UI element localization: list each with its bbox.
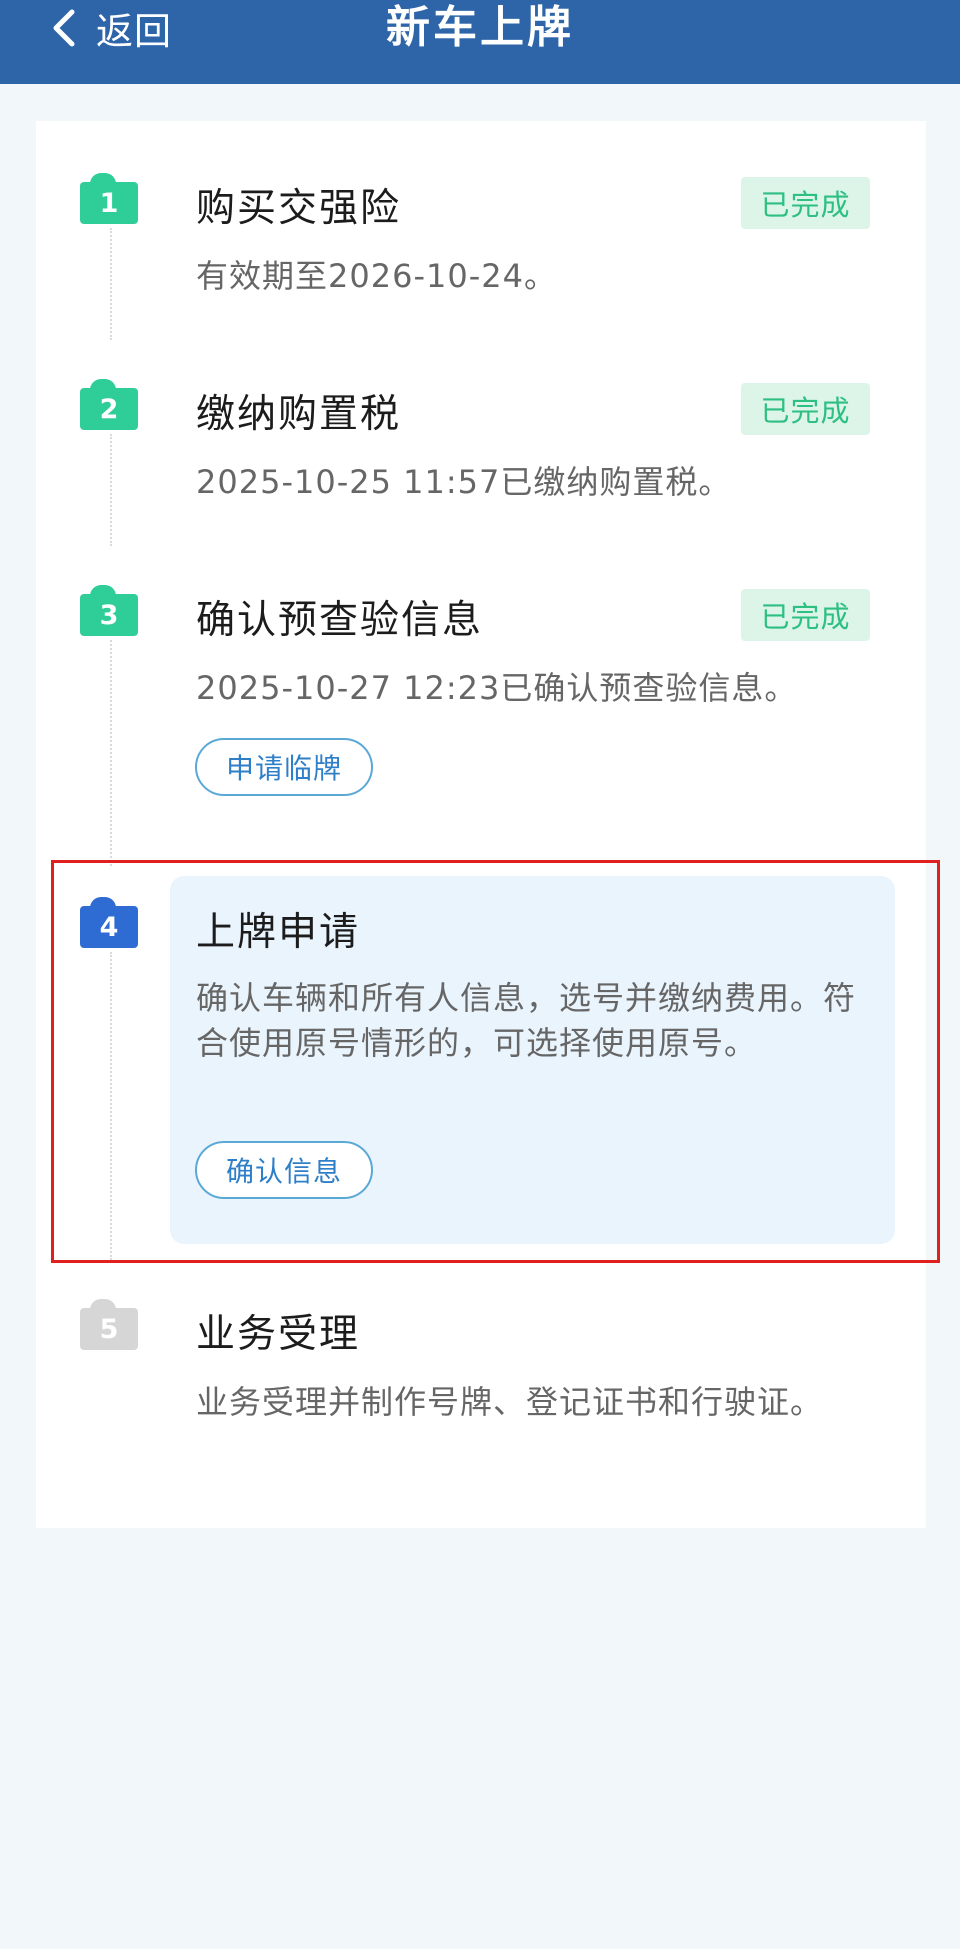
highlight-outline xyxy=(51,860,940,1263)
step-description: 有效期至2026-10-24。 xyxy=(196,257,557,295)
step-title: 购买交强险 xyxy=(196,186,402,231)
step-number-badge: 3 xyxy=(80,585,138,636)
top-navigation-bar: 返回 新车上牌 xyxy=(0,0,960,84)
step-description: 业务受理并制作号牌、登记证书和行驶证。 xyxy=(196,1383,824,1421)
step-description: 2025-10-25 11:57已缴纳购置税。 xyxy=(196,463,732,501)
step-description: 2025-10-27 12:23已确认预查验信息。 xyxy=(196,669,798,707)
status-badge: 已完成 xyxy=(741,177,870,229)
timeline-connector xyxy=(110,640,112,866)
status-badge: 已完成 xyxy=(741,589,870,641)
step-number-badge: 2 xyxy=(80,379,138,430)
page-title: 新车上牌 xyxy=(386,2,574,53)
step-title: 业务受理 xyxy=(196,1312,361,1357)
steps-card xyxy=(36,121,926,1528)
step-title: 缴纳购置税 xyxy=(196,392,402,437)
step-title: 确认预查验信息 xyxy=(196,598,484,643)
step-number-badge: 5 xyxy=(80,1299,138,1350)
timeline-connector xyxy=(110,228,112,340)
apply-temporary-plate-button[interactable]: 申请临牌 xyxy=(195,738,373,796)
status-badge: 已完成 xyxy=(741,383,870,435)
step-number-badge: 1 xyxy=(80,173,138,224)
timeline-connector xyxy=(110,434,112,546)
